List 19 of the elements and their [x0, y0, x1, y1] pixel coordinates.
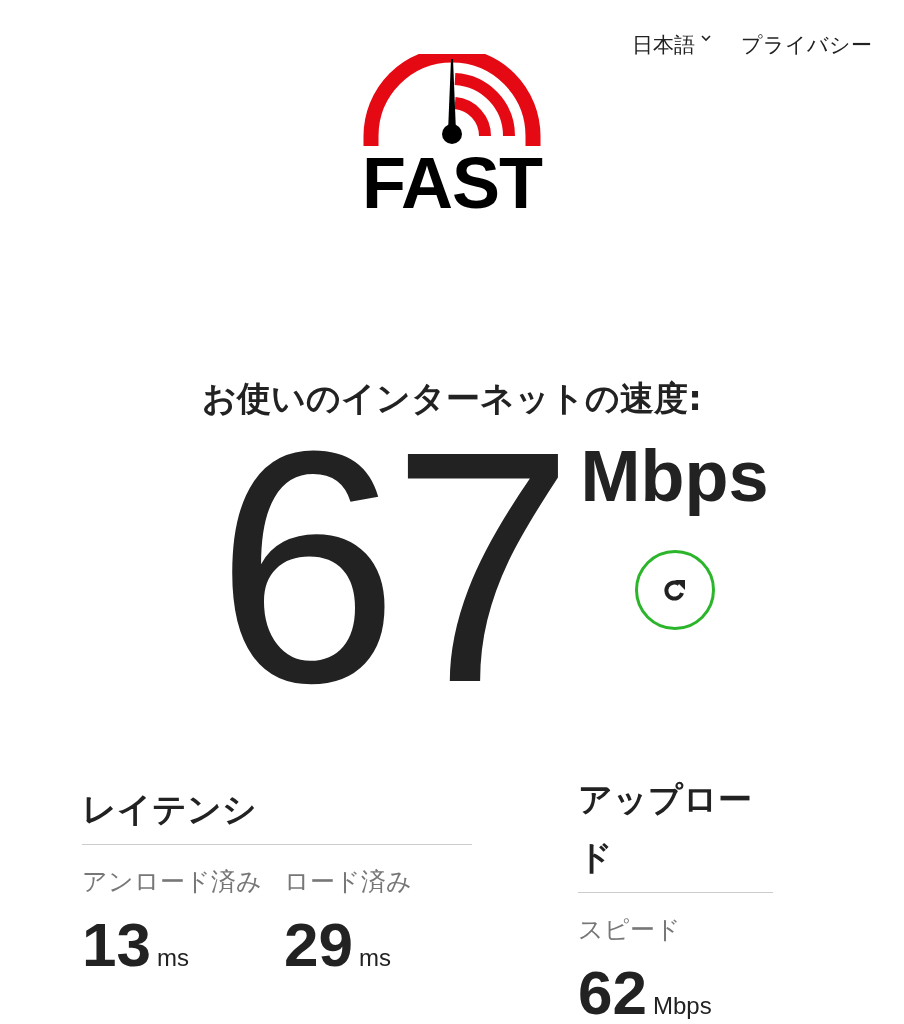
metric-value: 62 [578, 961, 647, 1024]
latency-heading: レイテンシ [82, 788, 258, 831]
metric-label: スピード [578, 914, 682, 946]
metric-unit: ms [358, 944, 391, 972]
metric-value: 13 [82, 913, 151, 977]
metric-unit: Mbps [652, 992, 712, 1020]
speedometer-icon [361, 54, 543, 146]
privacy-link[interactable]: プライバシー [741, 31, 872, 59]
logo-text: FAST [362, 150, 542, 216]
metric-value: 29 [284, 913, 353, 977]
language-selector[interactable]: 日本語 [632, 31, 711, 59]
metric-label: ロード済み [284, 866, 413, 898]
speed-unit: Mbps [580, 436, 769, 516]
upload-heading: アップロード [578, 778, 753, 879]
speed-heading: お使いのインターネットの速度: [201, 377, 703, 420]
metric-label: アンロード済み [82, 866, 263, 898]
metric-unit: ms [156, 944, 189, 972]
chevron-down-icon [701, 35, 711, 42]
speed-value: 67 [215, 432, 567, 702]
